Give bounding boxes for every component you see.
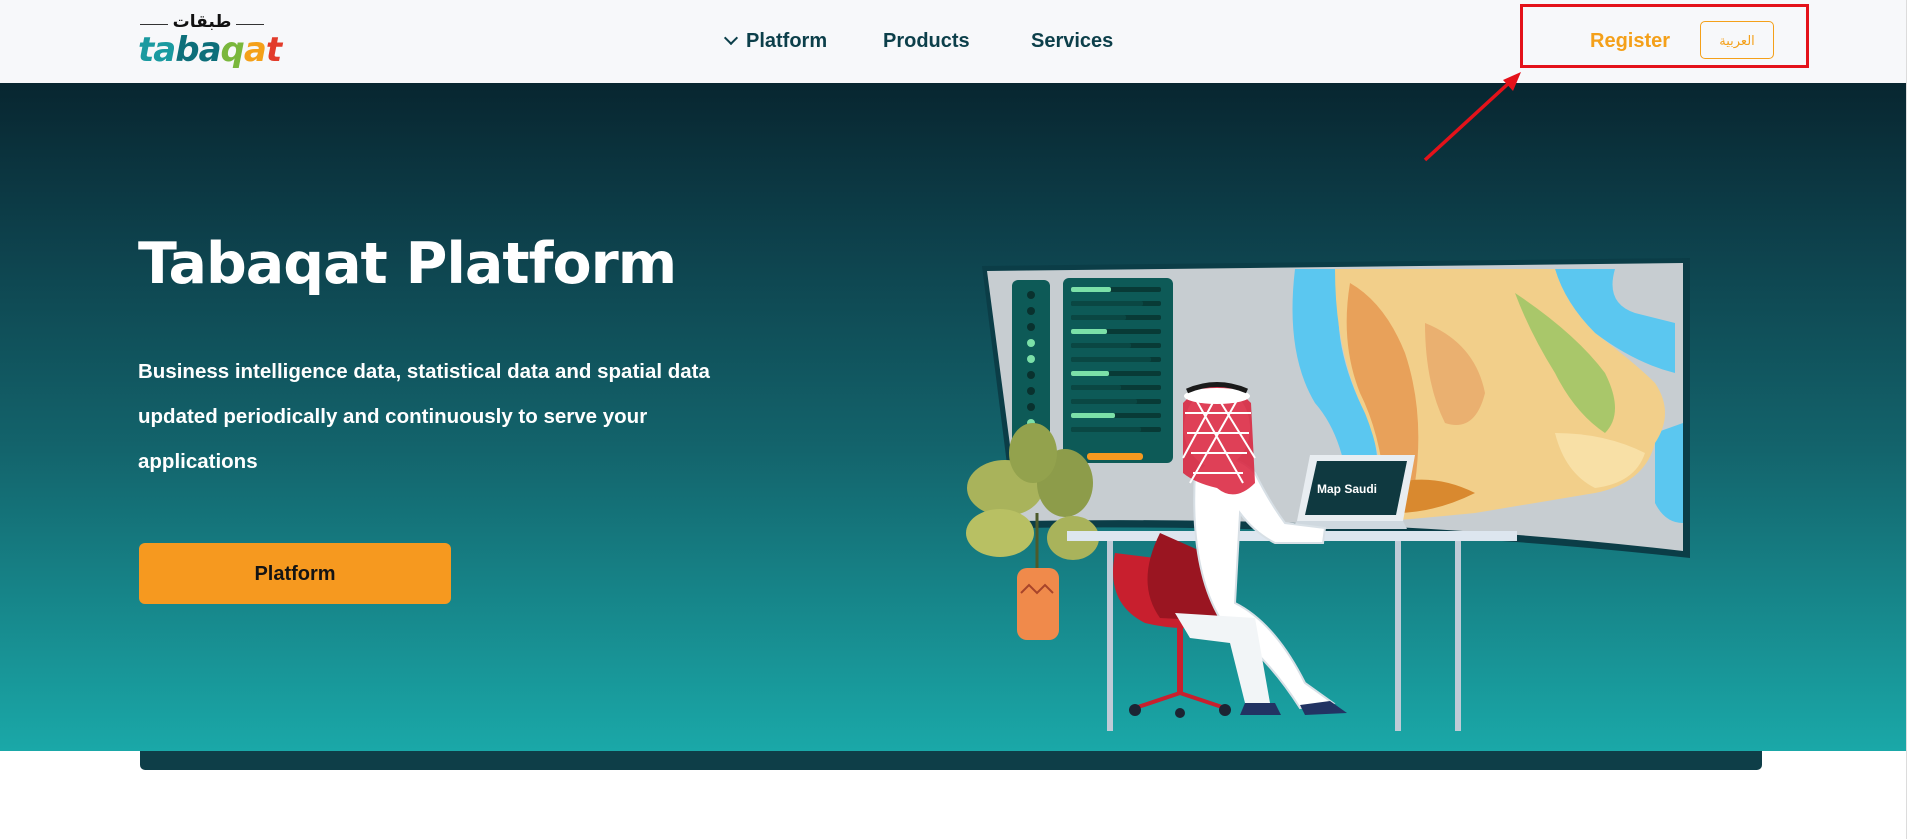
- panel-bar: [1071, 343, 1131, 348]
- panel-bar: [1071, 427, 1141, 432]
- tabaqat-logo[interactable]: طبقات tabaqat: [138, 12, 282, 72]
- panel-dot: [1027, 387, 1035, 395]
- top-navbar: طبقات tabaqat Platform Products Services…: [0, 0, 1907, 84]
- nav-platform-label: Platform: [746, 30, 828, 52]
- nav-services-label: Services: [1031, 30, 1114, 52]
- hero-title: Tabaqat Platform: [138, 231, 677, 297]
- register-link[interactable]: Register: [1590, 28, 1670, 54]
- laptop-screen-text: Map Saudi: [1317, 482, 1377, 496]
- logo-wordmark: tabaqat: [138, 30, 282, 70]
- nav-products-label: Products: [883, 30, 970, 52]
- nav-platform[interactable]: Platform: [723, 28, 828, 54]
- panel-bar: [1071, 413, 1115, 418]
- logo-letter: a: [153, 30, 176, 70]
- panel-dot: [1027, 355, 1035, 363]
- panel-dot: [1027, 371, 1035, 379]
- panel-bar: [1071, 371, 1109, 376]
- panel-bar: [1071, 287, 1111, 292]
- logo-letter: t: [265, 30, 282, 70]
- panel-bar: [1071, 357, 1151, 362]
- panel-bar: [1071, 315, 1126, 320]
- panel-bar: [1071, 399, 1137, 404]
- logo-letter: t: [138, 30, 154, 70]
- section-bar: [140, 751, 1762, 770]
- hero-section: Tabaqat Platform Business intelligence d…: [0, 83, 1907, 751]
- panel-dot: [1027, 291, 1035, 299]
- nav-products[interactable]: Products: [883, 28, 970, 54]
- panel-dot: [1027, 323, 1035, 331]
- logo-letter: q: [220, 30, 245, 70]
- panel-dot: [1027, 307, 1035, 315]
- panel-bar: [1071, 329, 1107, 334]
- hero-description: Business intelligence data, statistical …: [138, 360, 710, 473]
- logo-rule-right: [236, 24, 264, 25]
- logo-arabic-text: طبقات: [172, 12, 232, 32]
- panel-dot: [1027, 403, 1035, 411]
- chevron-down-icon: [723, 30, 739, 46]
- laptop: Map Saudi: [1291, 455, 1415, 529]
- nav-services[interactable]: Services: [1031, 28, 1113, 54]
- language-switch-button[interactable]: العربية: [1700, 21, 1774, 59]
- panel-bar: [1071, 301, 1143, 306]
- logo-letter: a: [243, 30, 267, 70]
- platform-cta-button[interactable]: Platform: [139, 543, 451, 604]
- panel-dot: [1027, 339, 1035, 347]
- hero-illustration: Map Saudi: [966, 258, 1690, 731]
- panel-bar: [1071, 385, 1121, 390]
- logo-letter: a: [198, 30, 222, 70]
- logo-letter: b: [175, 30, 199, 70]
